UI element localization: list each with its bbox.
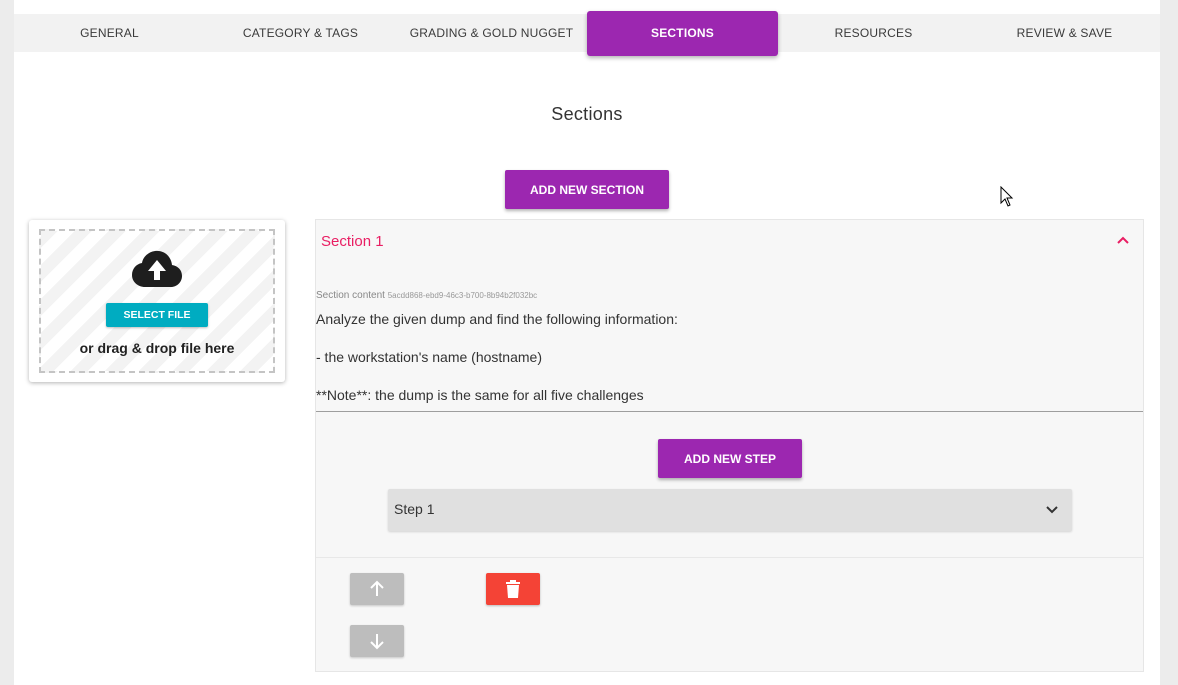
section-content-editor[interactable]: Analyze the given dump and find the foll…	[316, 310, 1143, 424]
content-line: **Note**: the dump is the same for all f…	[316, 387, 644, 403]
content-label-text: Section content	[316, 290, 385, 301]
section-title: Section 1	[321, 233, 384, 250]
step-label: Step 1	[394, 501, 435, 517]
mouse-cursor-icon	[1000, 186, 1014, 207]
file-upload-card: SELECT FILE or drag & drop file here	[29, 220, 285, 382]
section-content-label: Section content 5acdd868-ebd9-46c3-b700-…	[316, 290, 537, 301]
tab-resources[interactable]: RESOURCES	[778, 14, 969, 52]
add-new-section-button[interactable]: ADD NEW SECTION	[505, 170, 669, 209]
tab-review-save[interactable]: REVIEW & SAVE	[969, 14, 1160, 52]
section-header[interactable]: Section 1	[316, 220, 1143, 264]
arrow-down-icon	[370, 634, 384, 650]
tab-category-tags[interactable]: CATEGORY & TAGS	[205, 14, 396, 52]
tab-sections[interactable]: SECTIONS	[587, 11, 778, 56]
chevron-down-icon[interactable]	[1044, 501, 1060, 517]
page: GENERAL CATEGORY & TAGS GRADING & GOLD N…	[14, 0, 1160, 685]
content-divider	[316, 411, 1143, 412]
tab-general[interactable]: GENERAL	[14, 14, 205, 52]
move-down-button[interactable]	[350, 625, 404, 657]
drop-hint: or drag & drop file here	[79, 340, 235, 356]
add-new-step-button[interactable]: ADD NEW STEP	[658, 439, 802, 478]
section-panel: Section 1 Section content 5acdd868-ebd9-…	[315, 219, 1144, 672]
tab-grading-gold-nugget[interactable]: GRADING & GOLD NUGGET	[396, 14, 587, 52]
move-up-button[interactable]	[350, 573, 404, 605]
content-line: - the workstation's name (hostname)	[316, 349, 542, 365]
step-item[interactable]: Step 1	[388, 489, 1072, 531]
file-dropzone[interactable]: SELECT FILE or drag & drop file here	[39, 229, 275, 373]
cloud-upload-icon	[132, 250, 182, 287]
trash-icon	[506, 580, 520, 598]
content-line: Analyze the given dump and find the foll…	[316, 311, 678, 327]
select-file-button[interactable]: SELECT FILE	[106, 303, 208, 327]
actions-divider	[316, 557, 1143, 558]
page-title: Sections	[551, 104, 623, 124]
content-id: 5acdd868-ebd9-46c3-b700-8b94b2f032bc	[387, 291, 538, 300]
arrow-up-icon	[370, 580, 384, 596]
chevron-up-icon[interactable]	[1115, 232, 1131, 248]
delete-section-button[interactable]	[486, 573, 540, 605]
